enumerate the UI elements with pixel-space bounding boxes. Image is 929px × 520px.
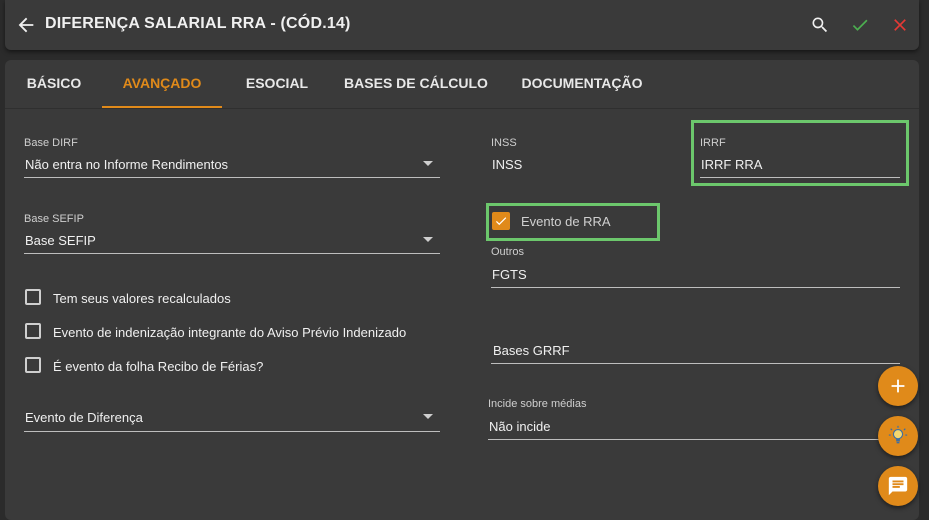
- bases-grrf-field[interactable]: Bases GRRF: [493, 343, 570, 358]
- base-dirf-label: Base DIRF: [24, 137, 78, 149]
- chat-button[interactable]: [878, 466, 918, 506]
- chevron-down-icon[interactable]: [423, 161, 433, 166]
- check-icon: [852, 19, 868, 31]
- outros-underline: [491, 287, 900, 288]
- lightbulb-icon: [888, 425, 908, 444]
- header-bar: DIFERENÇA SALARIAL RRA - (CÓD.14): [5, 0, 919, 50]
- tab-bases-de-calculo[interactable]: BASES DE CÁLCULO: [340, 60, 492, 106]
- irrf-highlight: [691, 120, 909, 186]
- recibo-ferias-label: É evento da folha Recibo de Férias?: [53, 359, 264, 374]
- arrow-left-icon: [18, 17, 34, 33]
- incide-medias-label: Incide sobre médias: [488, 398, 587, 410]
- base-dirf-select[interactable]: Não entra no Informe Rendimentos: [25, 157, 228, 172]
- inss-label: INSS: [491, 137, 517, 149]
- chat-icon: [888, 476, 908, 496]
- back-button[interactable]: [15, 14, 37, 36]
- tab-bar: BÁSICO AVANÇADO ESOCIAL BASES DE CÁLCULO…: [5, 60, 919, 109]
- search-icon: [812, 17, 828, 33]
- page-title: DIFERENÇA SALARIAL RRA - (CÓD.14): [45, 15, 351, 32]
- incide-medias-field[interactable]: Não incide: [489, 419, 550, 434]
- chevron-down-icon[interactable]: [423, 414, 433, 419]
- recalculated-label: Tem seus valores recalculados: [53, 291, 231, 306]
- evento-diferenca-underline: [24, 431, 440, 432]
- tab-esocial[interactable]: ESOCIAL: [235, 60, 319, 106]
- base-sefip-underline: [24, 253, 440, 254]
- close-icon: [894, 19, 906, 31]
- add-button[interactable]: [878, 366, 918, 406]
- inss-field[interactable]: INSS: [492, 157, 522, 172]
- indenizacao-checkbox[interactable]: [25, 323, 41, 339]
- outros-label: Outros: [491, 246, 525, 258]
- form-panel: BÁSICO AVANÇADO ESOCIAL BASES DE CÁLCULO…: [5, 60, 919, 520]
- evento-rra-highlight: [486, 203, 660, 241]
- search-button[interactable]: [810, 15, 830, 35]
- chevron-down-icon[interactable]: [423, 237, 433, 242]
- plus-icon: [891, 379, 905, 393]
- bases-grrf-underline: [491, 363, 900, 364]
- tips-button[interactable]: [878, 416, 918, 456]
- outros-field[interactable]: FGTS: [492, 267, 527, 282]
- indenizacao-label: Evento de indenização integrante do Avis…: [53, 325, 407, 340]
- cancel-button[interactable]: [890, 15, 910, 35]
- tab-avancado[interactable]: AVANÇADO: [102, 60, 222, 108]
- incide-medias-underline: [488, 439, 883, 440]
- tab-basico[interactable]: BÁSICO: [15, 60, 93, 106]
- base-dirf-underline: [24, 177, 440, 178]
- recalculated-checkbox[interactable]: [25, 289, 41, 305]
- tab-documentacao[interactable]: DOCUMENTAÇÃO: [517, 60, 647, 106]
- confirm-button[interactable]: [850, 15, 870, 35]
- base-sefip-select[interactable]: Base SEFIP: [25, 233, 96, 248]
- evento-diferenca-select[interactable]: Evento de Diferença: [25, 410, 143, 425]
- recibo-ferias-checkbox[interactable]: [25, 357, 41, 373]
- base-sefip-label: Base SEFIP: [24, 213, 84, 225]
